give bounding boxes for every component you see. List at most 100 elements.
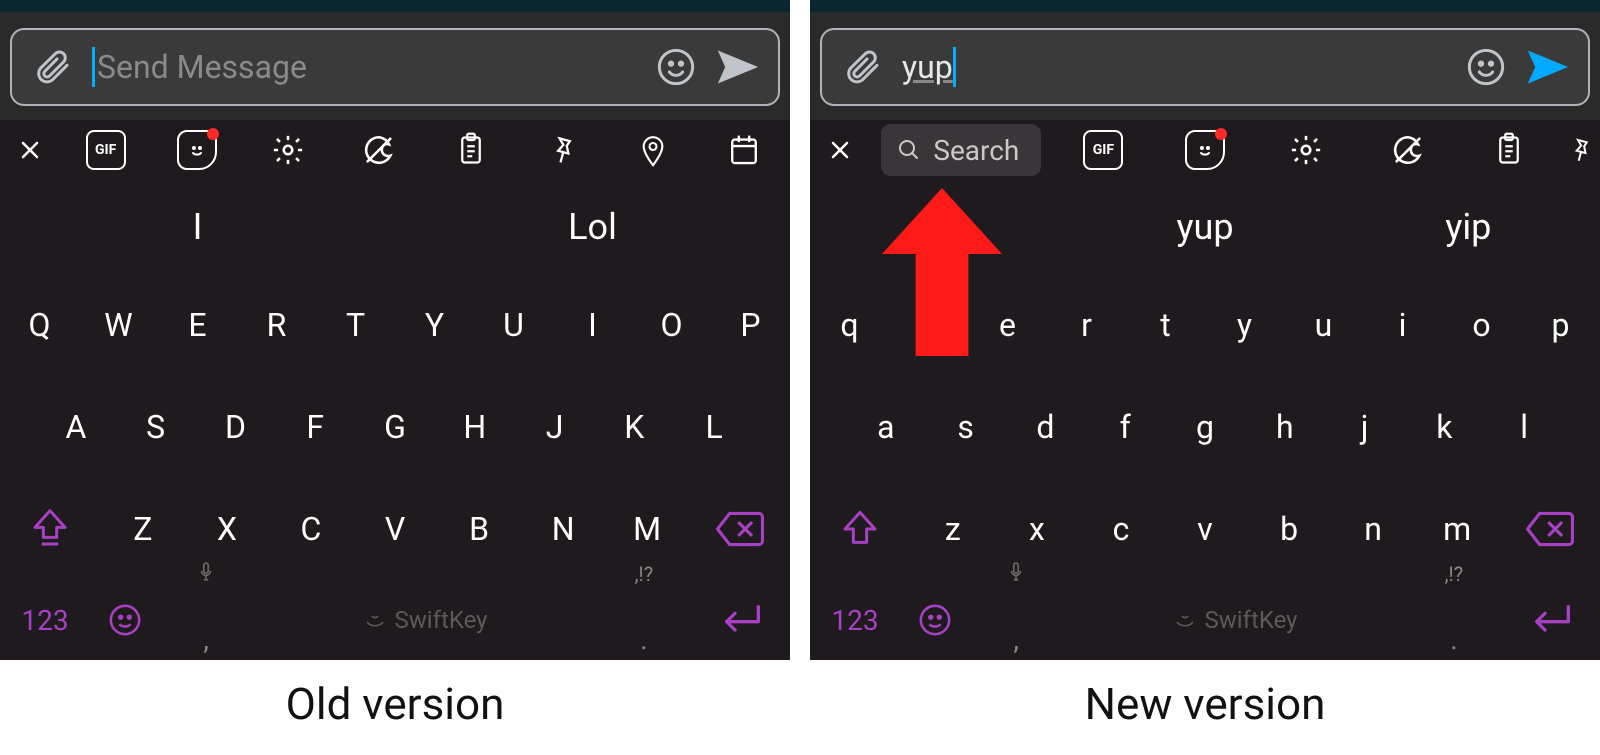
period-key[interactable]: ,!? .	[598, 580, 690, 660]
send-icon[interactable]	[716, 45, 760, 89]
backspace-key[interactable]	[689, 478, 790, 580]
toolbar-clipboard[interactable]	[1459, 120, 1560, 180]
key-j[interactable]: j	[1325, 376, 1405, 478]
key-u[interactable]: u	[1284, 274, 1363, 376]
toolbar-settings[interactable]	[1256, 120, 1357, 180]
emoji-icon[interactable]	[654, 45, 698, 89]
key-v[interactable]: v	[1163, 478, 1247, 580]
key-b[interactable]: b	[1247, 478, 1331, 580]
key-r[interactable]: R	[237, 274, 316, 376]
key-l[interactable]: L	[674, 376, 754, 478]
key-q[interactable]: Q	[0, 274, 79, 376]
key-c[interactable]: c	[1079, 478, 1163, 580]
key-r[interactable]: r	[1047, 274, 1126, 376]
key-f[interactable]: f	[1085, 376, 1165, 478]
space-key[interactable]: SwiftKey	[1062, 580, 1408, 660]
toolbar-gif[interactable]: GIF	[60, 120, 151, 180]
key-n[interactable]: N	[521, 478, 605, 580]
key-s[interactable]: s	[926, 376, 1006, 478]
backspace-key[interactable]	[1499, 478, 1600, 580]
toolbar-sticker[interactable]	[151, 120, 242, 180]
key-a[interactable]: a	[846, 376, 926, 478]
key-j[interactable]: J	[515, 376, 595, 478]
key-y[interactable]: y	[1205, 274, 1284, 376]
key-g[interactable]: g	[1165, 376, 1245, 478]
message-box[interactable]: yup	[820, 28, 1590, 106]
message-placeholder: Send Message	[97, 48, 307, 86]
numbers-key[interactable]: 123	[0, 580, 90, 660]
enter-key[interactable]	[690, 580, 790, 660]
key-o[interactable]: O	[632, 274, 711, 376]
toolbar-location[interactable]	[608, 120, 699, 180]
toolbar-close[interactable]	[0, 120, 60, 180]
key-k[interactable]: k	[1404, 376, 1484, 478]
toolbar-gif[interactable]: GIF	[1053, 120, 1154, 180]
suggestion-1[interactable]: I	[0, 206, 395, 248]
key-o[interactable]: o	[1442, 274, 1521, 376]
key-z[interactable]: z	[911, 478, 995, 580]
message-box[interactable]: Send Message	[10, 28, 780, 106]
numbers-key[interactable]: 123	[810, 580, 900, 660]
key-s[interactable]: S	[116, 376, 196, 478]
key-d[interactable]: d	[1006, 376, 1086, 478]
key-w[interactable]: w	[889, 274, 968, 376]
emoji-key[interactable]	[900, 580, 970, 660]
key-v[interactable]: V	[353, 478, 437, 580]
comma-key[interactable]: ,	[160, 580, 252, 660]
key-z[interactable]: Z	[101, 478, 185, 580]
comma-key[interactable]: ,	[970, 580, 1062, 660]
mic-icon	[1008, 562, 1024, 587]
message-value: yup	[902, 48, 953, 86]
toolbar-pin[interactable]	[516, 120, 607, 180]
toolbar-search[interactable]: Search	[870, 120, 1053, 180]
toolbar-calendar[interactable]	[699, 120, 790, 180]
key-y[interactable]: Y	[395, 274, 474, 376]
toolbar-theme[interactable]	[1357, 120, 1458, 180]
key-n[interactable]: n	[1331, 478, 1415, 580]
key-e[interactable]: e	[968, 274, 1047, 376]
key-t[interactable]: T	[316, 274, 395, 376]
key-f[interactable]: F	[275, 376, 355, 478]
key-h[interactable]: H	[435, 376, 515, 478]
attach-icon[interactable]	[30, 45, 74, 89]
key-p[interactable]: P	[711, 274, 790, 376]
shift-key[interactable]	[0, 478, 101, 580]
toolbar-theme[interactable]	[334, 120, 425, 180]
key-i[interactable]: I	[553, 274, 632, 376]
key-d[interactable]: D	[196, 376, 276, 478]
attach-icon[interactable]	[840, 45, 884, 89]
enter-key[interactable]	[1500, 580, 1600, 660]
toolbar-clipboard[interactable]	[425, 120, 516, 180]
key-c[interactable]: C	[269, 478, 353, 580]
key-w[interactable]: W	[79, 274, 158, 376]
toolbar-pin[interactable]	[1560, 120, 1600, 180]
keyboard: qwertyuiop asdfghjkl zxcvbnm 123	[810, 274, 1600, 660]
key-g[interactable]: G	[355, 376, 435, 478]
key-q[interactable]: q	[810, 274, 889, 376]
suggestion-3[interactable]: yip	[1337, 206, 1600, 248]
emoji-key[interactable]	[90, 580, 160, 660]
suggestion-2[interactable]: Lol	[395, 206, 790, 248]
message-input[interactable]: Send Message	[92, 47, 636, 87]
key-h[interactable]: h	[1245, 376, 1325, 478]
toolbar-settings[interactable]	[243, 120, 334, 180]
key-e[interactable]: E	[158, 274, 237, 376]
key-u[interactable]: U	[474, 274, 553, 376]
suggestion-2[interactable]: yup	[1073, 206, 1336, 248]
message-input[interactable]: yup	[902, 47, 1446, 87]
toolbar-sticker[interactable]	[1154, 120, 1255, 180]
key-i[interactable]: i	[1363, 274, 1442, 376]
key-l[interactable]: l	[1484, 376, 1564, 478]
key-t[interactable]: t	[1126, 274, 1205, 376]
toolbar-close[interactable]	[810, 120, 870, 180]
shift-key[interactable]	[810, 478, 911, 580]
emoji-icon[interactable]	[1464, 45, 1508, 89]
space-key[interactable]: SwiftKey	[252, 580, 598, 660]
key-p[interactable]: p	[1521, 274, 1600, 376]
key-b[interactable]: B	[437, 478, 521, 580]
key-k[interactable]: K	[594, 376, 674, 478]
text-caret	[92, 47, 95, 87]
send-icon[interactable]	[1526, 45, 1570, 89]
period-key[interactable]: ,!? .	[1408, 580, 1500, 660]
key-a[interactable]: A	[36, 376, 116, 478]
